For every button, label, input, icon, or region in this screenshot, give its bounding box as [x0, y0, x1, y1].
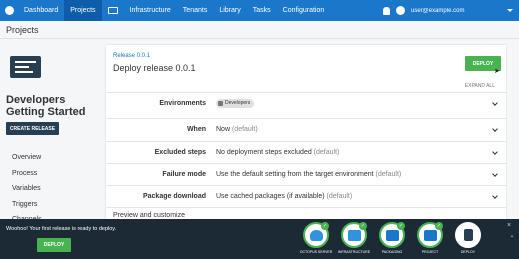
top-nav: Dashboard Projects Infrastructure Tenant… [0, 0, 519, 21]
step-project[interactable]: ✓ PROJECT [413, 222, 447, 254]
packaging-icon [385, 229, 399, 241]
menu-item-triggers[interactable]: Triggers [12, 197, 42, 213]
user-email[interactable]: user@example.com [411, 8, 501, 14]
nav-dashboard[interactable]: Dashboard [18, 0, 64, 21]
check-icon: ✓ [397, 222, 405, 230]
row-label: Environments [159, 100, 206, 107]
nav-configuration[interactable]: Configuration [277, 0, 331, 21]
menu-item-variables[interactable]: Variables [12, 181, 42, 197]
row-when[interactable]: When Now (default) [106, 118, 506, 139]
deploy-icon [463, 229, 473, 241]
row-value: Now [216, 126, 231, 133]
row-value: No deployment steps excluded [216, 149, 312, 156]
step-packaging[interactable]: ✓ PACKAGING [375, 222, 409, 254]
default-tag: (default) [375, 171, 402, 178]
nav-tasks[interactable]: Tasks [247, 0, 277, 21]
infrastructure-icon [347, 229, 361, 241]
header-divider [0, 38, 519, 39]
project-icon [423, 229, 437, 241]
create-release-button[interactable]: CREATE RELEASE [6, 122, 59, 135]
step-label: PROJECT [421, 250, 439, 254]
onboarding-message: Woohoo! Your first release is ready to d… [6, 226, 117, 232]
check-icon: ✓ [359, 222, 367, 230]
chevron-down-icon[interactable] [492, 100, 498, 106]
nav-machines-icon[interactable] [102, 0, 124, 21]
step-label: DEPLOY [460, 250, 476, 254]
preview-customize-label[interactable]: Preview and customize [113, 212, 185, 219]
nav-projects[interactable]: Projects [64, 0, 102, 21]
step-label: OCTOPUS SERVER [299, 250, 333, 254]
row-label: Package download [142, 193, 206, 200]
environment-icon [218, 100, 223, 106]
chevron-down-icon[interactable] [507, 9, 513, 12]
expand-all-link[interactable]: EXPAND ALL [465, 83, 495, 89]
chevron-down-icon[interactable] [492, 126, 498, 132]
row-package-download[interactable]: Package download Use cached packages (if… [106, 185, 506, 206]
bell-icon[interactable] [383, 6, 390, 15]
row-value: Use the default setting from the target … [216, 171, 374, 178]
deploy-release-card: Release 0.0.1 Deploy release 0.0.1 DEPLO… [106, 45, 506, 225]
environment-name: Developers [225, 99, 251, 106]
step-infrastructure[interactable]: ✓ INFRASTRUCTURE [337, 222, 371, 254]
project-name: Developers Getting Started [6, 94, 86, 118]
release-link[interactable]: Release 0.0.1 [113, 53, 150, 59]
nav-infrastructure[interactable]: Infrastructure [124, 0, 177, 21]
nav-library[interactable]: Library [213, 0, 246, 21]
row-excluded-steps[interactable]: Excluded steps No deployment steps exclu… [106, 141, 506, 162]
check-icon: ✓ [435, 222, 443, 230]
chevron-down-icon[interactable] [492, 193, 498, 199]
octopus-icon [309, 229, 323, 241]
environment-chip[interactable]: Developers [216, 98, 255, 108]
octopus-logo-icon[interactable] [0, 0, 18, 21]
close-icon[interactable]: × [507, 222, 511, 229]
menu-item-process[interactable]: Process [12, 166, 42, 182]
step-octopus-server[interactable]: ✓ OCTOPUS SERVER [299, 222, 333, 254]
default-tag: (default) [231, 126, 258, 133]
onboarding-bar: Woohoo! Your first release is ready to d… [0, 219, 519, 259]
menu-item-overview[interactable]: Overview [12, 150, 42, 166]
chevron-down-icon[interactable] [492, 171, 498, 177]
nav-tenants[interactable]: Tenants [177, 0, 214, 21]
deploy-release-title: Deploy release 0.0.1 [113, 63, 196, 73]
row-label: When [186, 126, 206, 133]
row-value: Use cached packages (if available) [216, 193, 325, 200]
step-label: INFRASTRUCTURE [337, 250, 371, 254]
chevron-down-icon[interactable] [492, 149, 498, 155]
step-label: PACKAGING [381, 250, 403, 254]
row-label: Excluded steps [154, 149, 206, 156]
default-tag: (default) [313, 149, 340, 156]
user-avatar[interactable] [396, 6, 405, 15]
collapse-icon[interactable]: ⌄ [506, 232, 518, 241]
project-menu: Overview Process Variables Triggers Chan… [12, 150, 42, 228]
step-deploy[interactable]: DEPLOY [451, 222, 485, 254]
default-tag: (default) [326, 193, 353, 200]
row-label: Failure mode [162, 171, 206, 178]
row-failure-mode[interactable]: Failure mode Use the default setting fro… [106, 163, 506, 184]
onboarding-deploy-button[interactable]: DEPLOY [37, 238, 71, 252]
project-logo [10, 56, 41, 78]
mouse-cursor-icon: ➤ [494, 68, 500, 75]
row-environments[interactable]: Environments Developers [106, 92, 506, 113]
check-icon: ✓ [321, 222, 329, 230]
page-title: Projects [6, 25, 39, 35]
